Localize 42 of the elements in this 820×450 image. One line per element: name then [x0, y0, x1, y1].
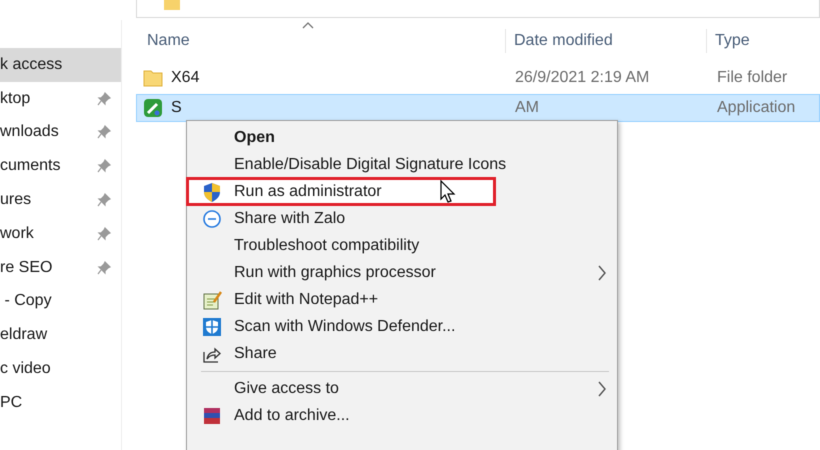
sidebar-item[interactable]: ures: [0, 183, 121, 217]
menu-item[interactable]: Open: [187, 124, 617, 151]
sidebar-item[interactable]: re SEO: [0, 250, 121, 285]
column-header[interactable]: Name: [136, 29, 505, 53]
menu-item[interactable]: Add to archive...: [187, 402, 617, 429]
application-icon: [143, 98, 163, 118]
menu-item[interactable]: Share: [187, 340, 617, 367]
shield-grid-icon: [202, 317, 222, 337]
file-row[interactable]: X64 26/9/2021 2:19 AM File folder: [136, 64, 820, 92]
column-header[interactable]: Date modified: [505, 29, 706, 53]
menu-item[interactable]: Run as administrator: [187, 178, 495, 205]
sidebar-item[interactable]: wnloads: [0, 116, 121, 150]
chevron-right-icon: [597, 381, 607, 397]
menu-item[interactable]: Scan with Windows Defender...: [187, 313, 617, 340]
file-row[interactable]: S AM Application: [136, 94, 820, 122]
sidebar-item[interactable]: ktop: [0, 82, 121, 116]
sidebar-item[interactable]: cuments: [0, 149, 121, 184]
date-modified: 26/9/2021 2:19 AM: [514, 68, 650, 88]
menu-item[interactable]: Troubleshoot compatibility: [187, 232, 617, 259]
menu-item[interactable]: Edit with Notepad++: [187, 286, 617, 313]
menu-item[interactable]: Enable/Disable Digital Signature Icons: [187, 151, 617, 178]
mouse-cursor-icon: [440, 180, 456, 204]
folder-icon: [164, 0, 180, 10]
menu-item[interactable]: Give access to: [187, 375, 617, 402]
file-type: Application: [716, 98, 796, 118]
file-name: S: [171, 98, 182, 118]
menu-item[interactable]: Share with Zalo: [187, 205, 617, 232]
sidebar-item[interactable]: eldraw: [0, 318, 121, 352]
sidebar-item[interactable]: k access: [0, 48, 121, 82]
sidebar-item[interactable]: - Copy: [0, 284, 121, 318]
chevron-right-icon: [597, 265, 607, 281]
sidebar-item[interactable]: PC: [0, 386, 121, 420]
shield-icon: [202, 182, 222, 202]
folder-icon: [143, 68, 163, 88]
sidebar-item[interactable]: work: [0, 216, 121, 251]
date-modified: AM: [514, 98, 540, 118]
notepad-icon: [202, 290, 222, 310]
menu-item[interactable]: Run with graphics processor: [187, 259, 617, 286]
sidebar-item[interactable]: c video: [0, 352, 121, 386]
file-type: File folder: [716, 68, 788, 88]
file-name: X64: [171, 68, 200, 88]
column-header[interactable]: Type: [706, 29, 820, 53]
